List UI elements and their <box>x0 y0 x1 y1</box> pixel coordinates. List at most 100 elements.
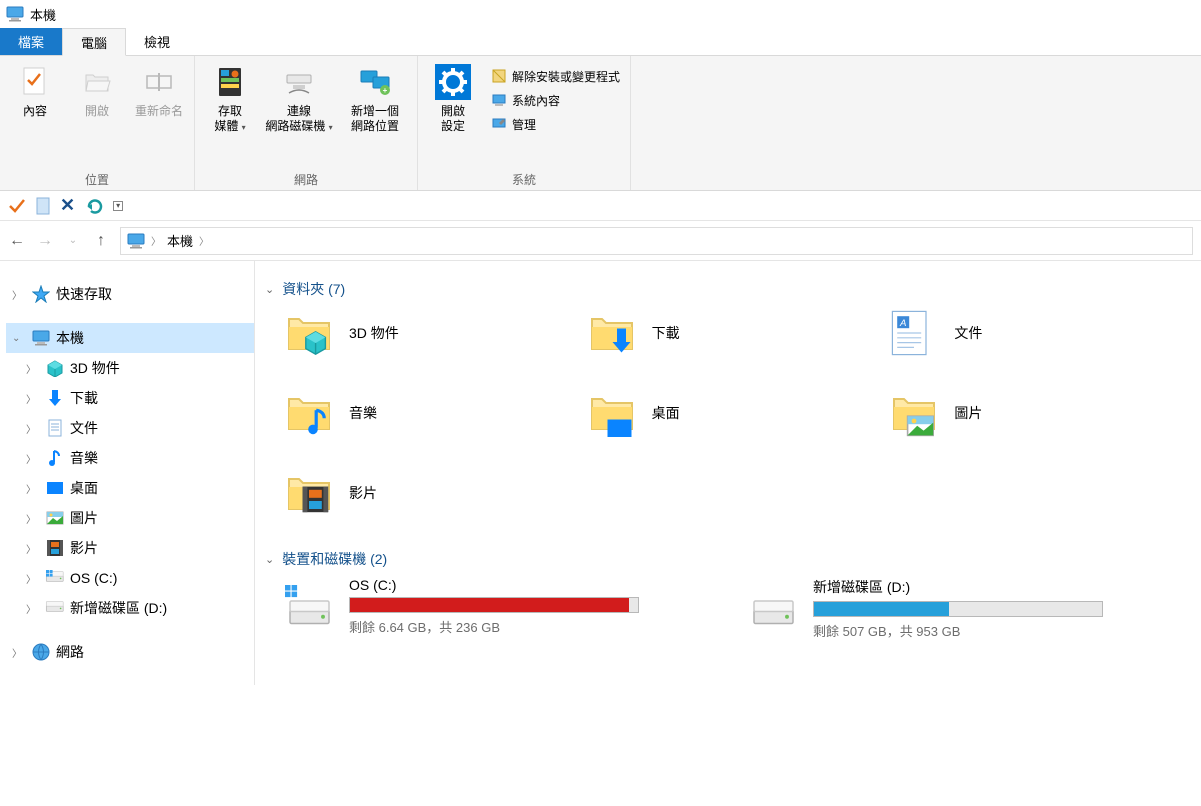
qat-undo-icon[interactable] <box>85 197 103 215</box>
document-icon <box>47 419 63 437</box>
thispc-icon <box>6 5 24 23</box>
sysprops-icon <box>492 93 506 107</box>
main-split: 〉 快速存取 ⌄ 本機 〉 3D 物件 〉 下載 〉 文件 〉 音樂 <box>0 261 1201 685</box>
rename-button: 重新命名 <box>130 60 188 123</box>
tree-documents[interactable]: 〉 文件 <box>6 413 254 443</box>
address-bar[interactable]: 〉 本機 〉 <box>120 227 1193 255</box>
breadcrumb-sep-icon[interactable]: 〉 <box>199 233 209 248</box>
tab-view[interactable]: 檢視 <box>126 28 188 55</box>
window-title: 本機 <box>30 5 56 24</box>
tree-desktop[interactable]: 〉 桌面 <box>6 473 254 503</box>
tree-pictures[interactable]: 〉 圖片 <box>6 503 254 533</box>
chevron-right-icon[interactable]: 〉 <box>26 541 40 556</box>
ribbon-group-location: 內容 開啟 重新命名 位置 <box>0 56 195 190</box>
qat-delete-icon[interactable]: ✕ <box>60 195 75 216</box>
drive-name: 新增磁碟區 (D:) <box>813 577 1103 597</box>
chevron-down-icon: ▾ <box>242 123 246 132</box>
tree-quick-access[interactable]: 〉 快速存取 <box>6 279 254 309</box>
folder-desktop[interactable]: 桌面 <box>586 387 889 439</box>
chevron-right-icon[interactable]: 〉 <box>26 391 40 406</box>
add-location-button[interactable]: 新增一個 網路位置 <box>339 60 411 138</box>
section-drives-header[interactable]: ⌄ 裝置和磁碟機 (2) <box>265 549 1191 569</box>
drive-c[interactable]: OS (C:) 剩餘 6.64 GB，共 236 GB <box>283 577 727 640</box>
navbar: ← → ⌄ ↑ 〉 本機 〉 <box>0 221 1201 261</box>
chevron-right-icon[interactable]: 〉 <box>26 481 40 496</box>
folder-documents[interactable]: 文件 <box>888 307 1191 359</box>
properties-button[interactable]: 內容 <box>6 60 64 123</box>
map-drive-button[interactable]: 連線 網路磁碟機 ▾ <box>263 60 335 139</box>
group-label-network: 網路 <box>201 169 411 188</box>
mapdrive-icon <box>283 69 315 95</box>
picture-icon <box>46 510 64 526</box>
properties-icon <box>23 67 47 97</box>
open-icon <box>83 69 111 95</box>
network-icon <box>32 643 50 661</box>
drives-grid: OS (C:) 剩餘 6.64 GB，共 236 GB 新增磁碟區 (D:) 剩… <box>283 577 1191 640</box>
drive-status: 剩餘 6.64 GB，共 236 GB <box>349 617 639 636</box>
nav-back-button[interactable]: ← <box>8 232 26 250</box>
section-folders-header[interactable]: ⌄ 資料夾 (7) <box>265 279 1191 299</box>
nav-forward-button: → <box>36 232 54 250</box>
chevron-right-icon[interactable]: 〉 <box>26 361 40 376</box>
addlocation-icon <box>359 67 391 97</box>
access-media-button[interactable]: 存取 媒體 ▾ <box>201 60 259 139</box>
download-icon <box>46 389 64 407</box>
tree-drive-c[interactable]: 〉 OS (C:) <box>6 563 254 593</box>
chevron-right-icon[interactable]: 〉 <box>26 601 40 616</box>
drive-icon <box>45 599 65 617</box>
tree-drive-d[interactable]: 〉 新增磁碟區 (D:) <box>6 593 254 623</box>
thispc-icon <box>32 329 50 347</box>
qat-check-icon[interactable] <box>8 197 26 215</box>
folder-downloads[interactable]: 下載 <box>586 307 889 359</box>
drive-icon <box>747 581 799 625</box>
open-settings-button[interactable]: 開啟 設定 <box>424 60 482 138</box>
desktop-icon <box>46 479 64 497</box>
breadcrumb-sep-icon[interactable]: 〉 <box>151 233 161 248</box>
qat-doc-icon[interactable] <box>36 197 50 215</box>
folder-music[interactable]: 音樂 <box>283 387 586 439</box>
chevron-right-icon[interactable]: 〉 <box>26 571 40 586</box>
music-icon <box>47 449 63 467</box>
manage-button[interactable]: 管理 <box>486 112 624 136</box>
chevron-down-icon[interactable]: ⌄ <box>12 333 26 344</box>
group-label-location: 位置 <box>6 169 188 188</box>
ribbon-group-system: 開啟 設定 解除安裝或變更程式 系統內容 管理 系統 <box>418 56 631 190</box>
group-label-system: 系統 <box>424 169 624 188</box>
chevron-down-icon: ⌄ <box>265 283 274 296</box>
chevron-right-icon[interactable]: 〉 <box>26 421 40 436</box>
drive-usage-bar <box>349 597 639 613</box>
chevron-down-icon: ▾ <box>329 123 333 132</box>
uninstall-icon <box>492 69 506 83</box>
tree-network[interactable]: 〉 網路 <box>6 637 254 667</box>
tree-this-pc[interactable]: ⌄ 本機 <box>6 323 254 353</box>
folder-3d-objects[interactable]: 3D 物件 <box>283 307 586 359</box>
open-button: 開啟 <box>68 60 126 123</box>
tree-music[interactable]: 〉 音樂 <box>6 443 254 473</box>
ribbon-tabs: 檔案 電腦 檢視 <box>0 28 1201 56</box>
drive-icon <box>45 569 65 587</box>
tree-videos[interactable]: 〉 影片 <box>6 533 254 563</box>
qat-dropdown-icon[interactable]: ▾ <box>113 201 123 211</box>
uninstall-button[interactable]: 解除安裝或變更程式 <box>486 64 624 88</box>
nav-tree: 〉 快速存取 ⌄ 本機 〉 3D 物件 〉 下載 〉 文件 〉 音樂 <box>0 261 255 685</box>
folder-pictures[interactable]: 圖片 <box>888 387 1191 439</box>
chevron-right-icon[interactable]: 〉 <box>12 645 26 660</box>
manage-icon <box>492 117 506 131</box>
tab-file[interactable]: 檔案 <box>0 28 62 55</box>
tree-downloads[interactable]: 〉 下載 <box>6 383 254 413</box>
chevron-right-icon[interactable]: 〉 <box>26 511 40 526</box>
ribbon-body: 內容 開啟 重新命名 位置 存取 媒體 ▾ 連線 網路磁碟機 ▾ <box>0 56 1201 191</box>
sysprops-button[interactable]: 系統內容 <box>486 88 624 112</box>
tree-3d-objects[interactable]: 〉 3D 物件 <box>6 353 254 383</box>
nav-recent-button[interactable]: ⌄ <box>64 235 82 246</box>
breadcrumb-root[interactable]: 本機 <box>167 231 193 250</box>
drive-d[interactable]: 新增磁碟區 (D:) 剩餘 507 GB，共 953 GB <box>747 577 1191 640</box>
chevron-right-icon[interactable]: 〉 <box>26 451 40 466</box>
tab-computer[interactable]: 電腦 <box>62 28 126 56</box>
folder-videos[interactable]: 影片 <box>283 467 586 519</box>
ribbon-group-network: 存取 媒體 ▾ 連線 網路磁碟機 ▾ 新增一個 網路位置 網路 <box>195 56 418 190</box>
titlebar: 本機 <box>0 0 1201 28</box>
drive-status: 剩餘 507 GB，共 953 GB <box>813 621 1103 640</box>
nav-up-button[interactable]: ↑ <box>92 232 110 250</box>
chevron-right-icon[interactable]: 〉 <box>12 287 26 302</box>
